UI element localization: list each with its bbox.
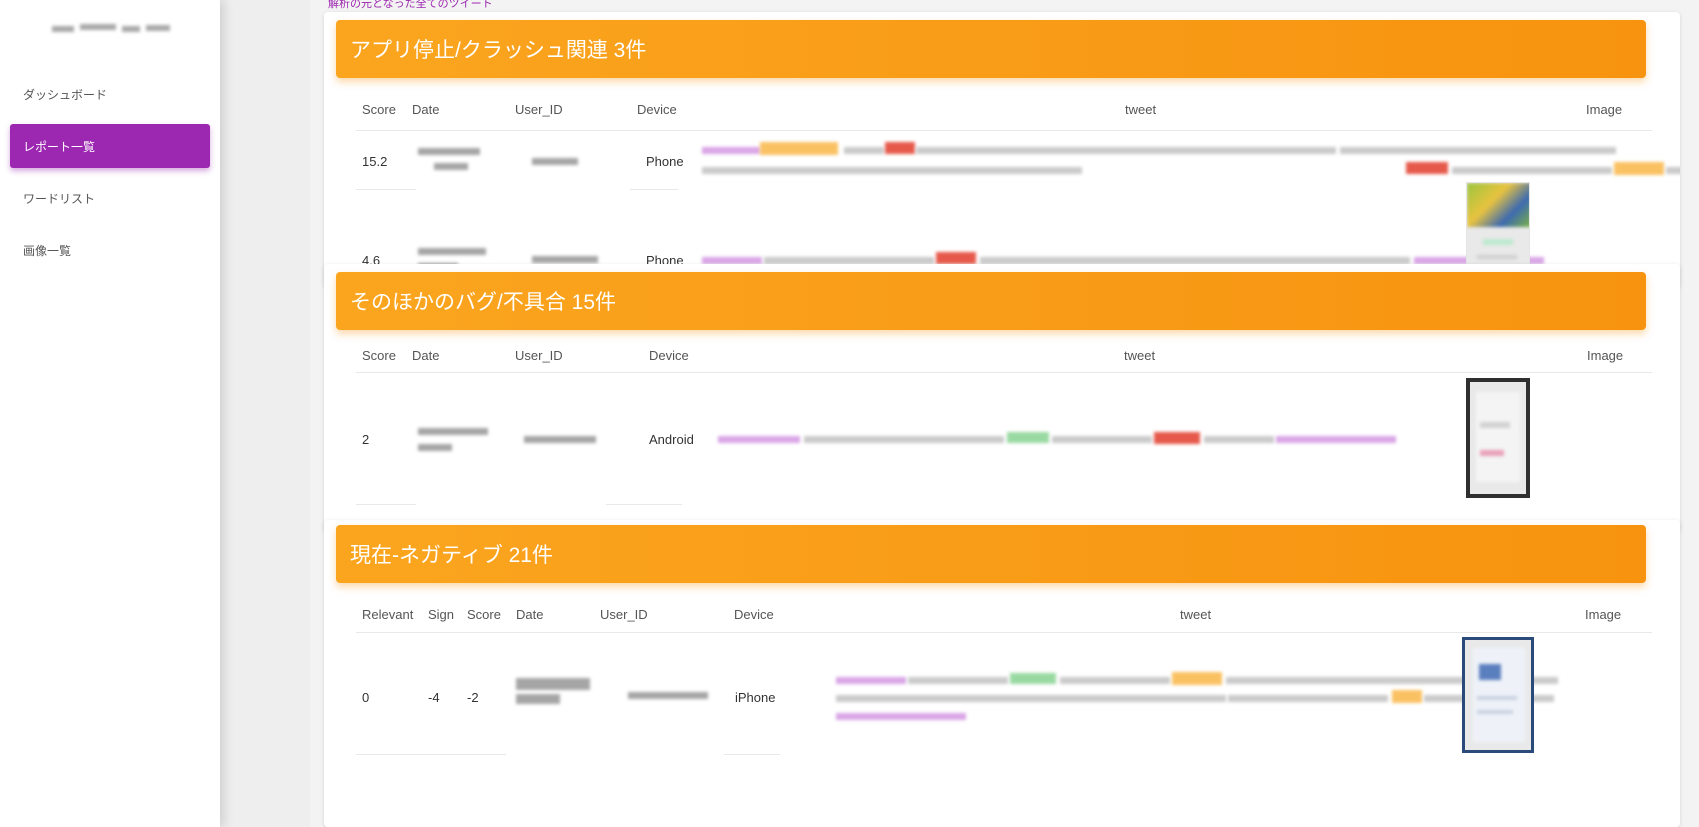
user-id-cell [532,158,578,165]
date-cell [418,248,486,255]
col-tweet: tweet [1124,348,1156,363]
sidebar-nav: ダッシュボード レポート一覧 ワードリスト 画像一覧 [0,72,220,280]
device-cell: Android [649,432,694,447]
score-cell: -2 [467,690,479,705]
col-device: Device [637,102,677,117]
col-relevant: Relevant [362,607,414,622]
score-cell: 15.2 [362,154,388,169]
tweet-image-thumbnail[interactable] [1466,378,1530,498]
col-score: Score [467,607,501,622]
col-score: Score [362,348,396,363]
col-user-id: User_ID [600,607,648,622]
section-header: アプリ停止/クラッシュ関連 3件 [336,20,1646,78]
col-user-id: User_ID [515,348,563,363]
col-device: Device [734,607,774,622]
sidebar-gutter [220,0,310,827]
device-cell: Phone [646,154,684,169]
col-image: Image [1587,348,1624,363]
col-date: Date [412,348,440,363]
col-user-id: User_ID [515,102,563,117]
main-content: 解析の元となった全てのツイート アプリ停止/クラッシュ関連 3件 Score D… [310,0,1699,827]
table-divider [356,130,1652,131]
col-image: Image [1586,102,1623,117]
date-cell [418,428,488,435]
section-header: 現在-ネガティブ 21件 [336,525,1646,583]
device-cell: iPhone [735,690,776,705]
col-image: Image [1585,607,1622,622]
sign-cell: -4 [428,690,440,705]
tweet-image-thumbnail[interactable] [1466,182,1530,272]
user-id-cell [628,692,708,699]
col-device: Device [649,348,689,363]
user-id-cell [524,436,596,443]
sidebar-item-image-list[interactable]: 画像一覧 [10,228,210,272]
col-score: Score [362,102,396,117]
col-date: Date [412,102,440,117]
col-sign: Sign [428,607,455,622]
tweet-image-thumbnail[interactable] [1462,637,1534,753]
sidebar-item-report-list[interactable]: レポート一覧 [10,124,210,168]
sidebar-item-word-list[interactable]: ワードリスト [10,176,210,220]
score-cell: 2 [362,432,370,447]
all-tweets-link[interactable]: 解析の元となった全てのツイート [328,0,493,11]
sidebar: ダッシュボード レポート一覧 ワードリスト 画像一覧 [0,0,220,827]
sidebar-item-dashboard[interactable]: ダッシュボード [10,72,210,116]
section-header: そのほかのバグ/不具合 15件 [336,272,1646,330]
date-cell [516,678,590,690]
col-date: Date [516,607,544,622]
table-divider [356,632,1652,633]
section-card-bugs: そのほかのバグ/不具合 15件 Score Date User_ID Devic… [324,264,1680,532]
section-card-negative: 現在-ネガティブ 21件 Relevant Sign Score Date Us… [324,520,1680,827]
relevant-cell: 0 [362,690,370,705]
col-tweet: tweet [1125,102,1157,117]
section-card-crash: アプリ停止/クラッシュ関連 3件 Score Date User_ID Devi… [324,12,1680,288]
date-cell [418,148,480,155]
col-tweet: tweet [1180,607,1212,622]
user-id-cell [532,256,598,263]
table-divider [356,372,1652,373]
brand-logo[interactable] [52,20,170,38]
